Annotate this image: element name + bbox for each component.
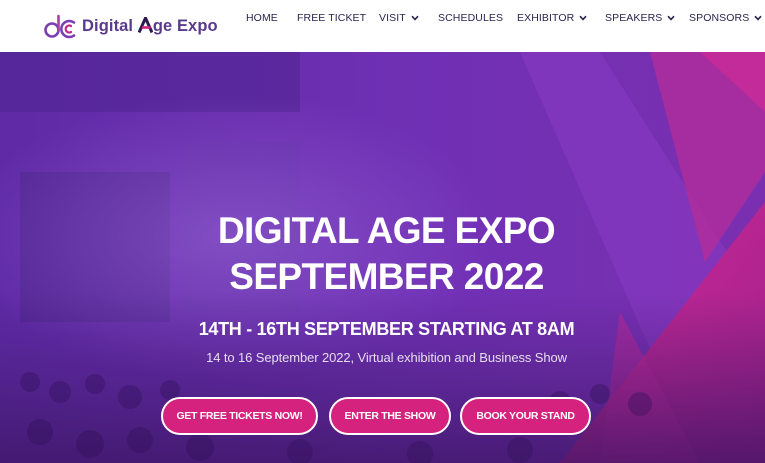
nav-item-label: EXHIBITOR — [517, 12, 575, 24]
chevron-down-icon — [667, 15, 676, 21]
nav-item-exhibitor[interactable]: EXHIBITOR — [517, 12, 587, 24]
chevron-down-icon — [754, 15, 762, 21]
logo-text-part2: ge Expo — [152, 16, 218, 35]
logo-text-part1: Digital — [82, 16, 138, 35]
nav-item-schedules[interactable]: SCHEDULES — [438, 12, 503, 24]
nav-item-label: SPEAKERS — [605, 12, 663, 24]
hero-section: DIGITAL AGE EXPO SEPTEMBER 2022 14TH - 1… — [0, 52, 765, 463]
book-your-stand-button[interactable]: BOOK YOUR STAND — [460, 397, 591, 435]
dc-logo-icon — [44, 14, 76, 39]
nav-item-free-ticket[interactable]: FREE TICKET — [297, 12, 366, 24]
nav-item-label: SCHEDULES — [438, 12, 504, 24]
nav-item-label: HOME — [246, 12, 278, 24]
hero-title-line1: DIGITAL AGE EXPO — [217, 210, 556, 251]
nav-item-visit[interactable]: VISIT — [379, 12, 419, 24]
hero-subtitle: 14 to 16 September 2022, Virtual exhibit… — [206, 350, 567, 365]
nav-item-sponsors[interactable]: SPONSORS — [689, 12, 762, 24]
nav-item-home[interactable]: HOME — [246, 12, 278, 24]
hero-title-line2: SEPTEMBER 2022 — [229, 256, 544, 297]
nav-item-label: VISIT — [379, 12, 406, 24]
logo-a-mark-icon: A — [137, 16, 153, 33]
site-logo[interactable]: Digital Age Expo — [40, 11, 218, 41]
get-free-tickets-button[interactable]: GET FREE TICKETS NOW! — [161, 397, 318, 435]
hero-date: 14TH - 16TH SEPTEMBER STARTING AT 8AM — [198, 319, 575, 339]
nav-item-speakers[interactable]: SPEAKERS — [605, 12, 676, 24]
site-header: Digital Age Expo HOME FREE TICKET VISIT … — [0, 0, 765, 52]
enter-the-show-button[interactable]: ENTER THE SHOW — [329, 397, 451, 435]
logo-wordmark: Digital Age Expo — [82, 16, 218, 36]
nav-item-label: SPONSORS — [689, 12, 750, 24]
chevron-down-icon — [579, 15, 587, 21]
chevron-down-icon — [411, 15, 419, 21]
nav-item-label: FREE TICKET — [297, 12, 367, 24]
